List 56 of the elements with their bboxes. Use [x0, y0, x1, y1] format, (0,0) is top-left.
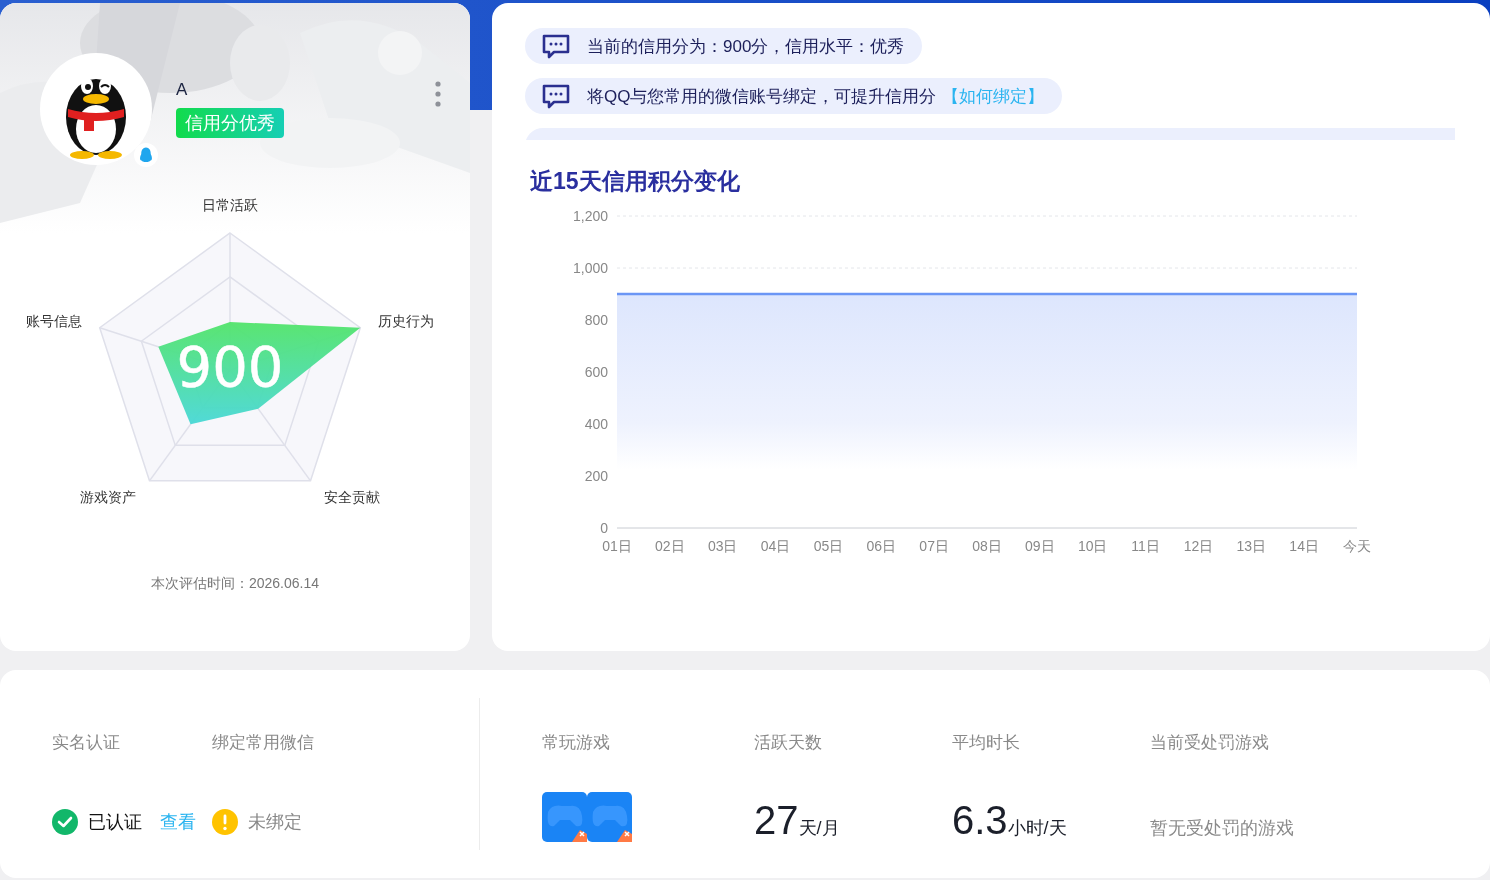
x-tick-label: 05日 [813, 538, 844, 554]
credit-level-badge: 信用分优秀 [176, 108, 284, 138]
radar-label: 游戏资产 [80, 489, 136, 505]
x-tick-label: 04日 [760, 538, 791, 554]
metric-unit: 小时/天 [1007, 818, 1067, 840]
x-tick-label: 今天 [1343, 538, 1371, 554]
y-tick-label: 1,200 [572, 208, 608, 224]
stat-label: 常玩游戏 [542, 732, 611, 754]
metric-value: 6.3 [952, 800, 1008, 840]
radar-label: 历史行为 [378, 313, 434, 329]
y-tick-label: 200 [584, 468, 608, 484]
stat-label: 平均时长 [952, 732, 1021, 754]
radar-label: 账号信息 [26, 313, 82, 329]
x-tick-label: 07日 [919, 538, 949, 554]
x-tick-label: 02日 [655, 538, 685, 554]
message-icon [541, 33, 571, 59]
y-tick-label: 0 [600, 520, 608, 536]
x-tick-label: 03日 [707, 538, 738, 554]
stat-label: 绑定常用微信 [212, 732, 314, 754]
view-link[interactable]: 查看 [160, 810, 196, 834]
stat-label: 活跃天数 [754, 732, 823, 754]
x-tick-label: 01日 [602, 538, 632, 554]
status-text: 未绑定 [248, 811, 302, 834]
how-to-bind-link[interactable]: 【如何绑定】 [942, 84, 1045, 108]
user-name: A [176, 80, 188, 100]
status-text: 已认证 [88, 811, 142, 834]
chart-title: 近15天信用积分变化 [530, 167, 741, 196]
x-tick-label: 08日 [972, 538, 1002, 554]
stat-label: 当前受处罚游戏 [1150, 732, 1270, 754]
x-tick-label: 11日 [1131, 538, 1160, 554]
stat-label: 实名认证 [52, 732, 121, 754]
game-icon [587, 792, 632, 842]
x-tick-label: 13日 [1236, 538, 1267, 554]
metric-value: 27 [754, 800, 799, 840]
evaluation-time: 本次评估时间：2026.06.14 [149, 575, 321, 593]
radar-label: 日常活跃 [202, 197, 258, 213]
x-tick-label: 12日 [1183, 538, 1214, 554]
x-tick-label: 10日 [1077, 538, 1108, 554]
empty-message: 暂无受处罚的游戏 [1150, 817, 1294, 840]
x-tick-label: 06日 [866, 538, 897, 554]
y-tick-label: 800 [584, 312, 608, 328]
y-tick-label: 400 [584, 416, 608, 432]
metric-unit: 天/月 [798, 817, 840, 840]
score-value: 900 [176, 334, 284, 399]
y-tick-label: 1,000 [572, 260, 608, 276]
notice-text: 当前的信用分为：900分，信用水平：优秀 [587, 35, 905, 58]
y-tick-label: 600 [584, 364, 608, 380]
game-icon [542, 792, 587, 842]
warning-icon [212, 809, 238, 835]
x-tick-label: 09日 [1025, 538, 1055, 554]
more-menu-button[interactable] [434, 81, 442, 109]
check-icon [52, 809, 78, 835]
radar-label: 安全贡献 [324, 489, 380, 505]
message-icon [541, 83, 571, 109]
notice-text: 将QQ与您常用的微信账号绑定，可提升信用分 [587, 85, 937, 108]
x-tick-label: 14日 [1289, 538, 1319, 554]
